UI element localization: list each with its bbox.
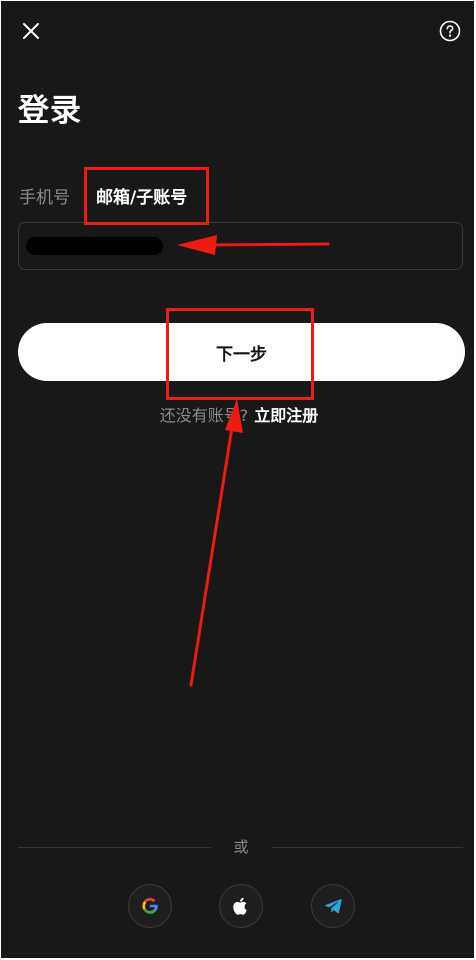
divider-right: [272, 847, 463, 848]
google-login-button[interactable]: [128, 884, 172, 928]
divider-label: 或: [233, 838, 249, 856]
telegram-login-button[interactable]: [311, 884, 355, 928]
login-screen: 登录 手机号 邮箱/子账号 下一步 还没有账号? 立即注册 或: [1, 1, 474, 958]
register-row: 还没有账号? 立即注册: [1, 405, 474, 427]
close-button[interactable]: [15, 15, 47, 47]
help-button[interactable]: [434, 15, 466, 47]
account-input-container[interactable]: [18, 222, 463, 270]
question-circle-icon: [439, 20, 461, 42]
apple-icon: [233, 897, 247, 915]
annotation-arrows: [177, 235, 330, 687]
tab-phone[interactable]: 手机号: [19, 186, 70, 210]
redacted-value: [26, 237, 163, 255]
register-prompt: 还没有账号?: [159, 406, 249, 425]
register-link[interactable]: 立即注册: [254, 406, 318, 425]
google-icon: [142, 898, 158, 914]
page-title: 登录: [18, 93, 82, 129]
next-button[interactable]: 下一步: [18, 323, 465, 381]
tab-email[interactable]: 邮箱/子账号: [96, 186, 187, 210]
divider-left: [18, 847, 211, 848]
apple-login-button[interactable]: [219, 884, 263, 928]
close-icon: [23, 23, 39, 39]
arrow-to-next-button: [189, 399, 243, 687]
telegram-icon: [324, 899, 342, 914]
